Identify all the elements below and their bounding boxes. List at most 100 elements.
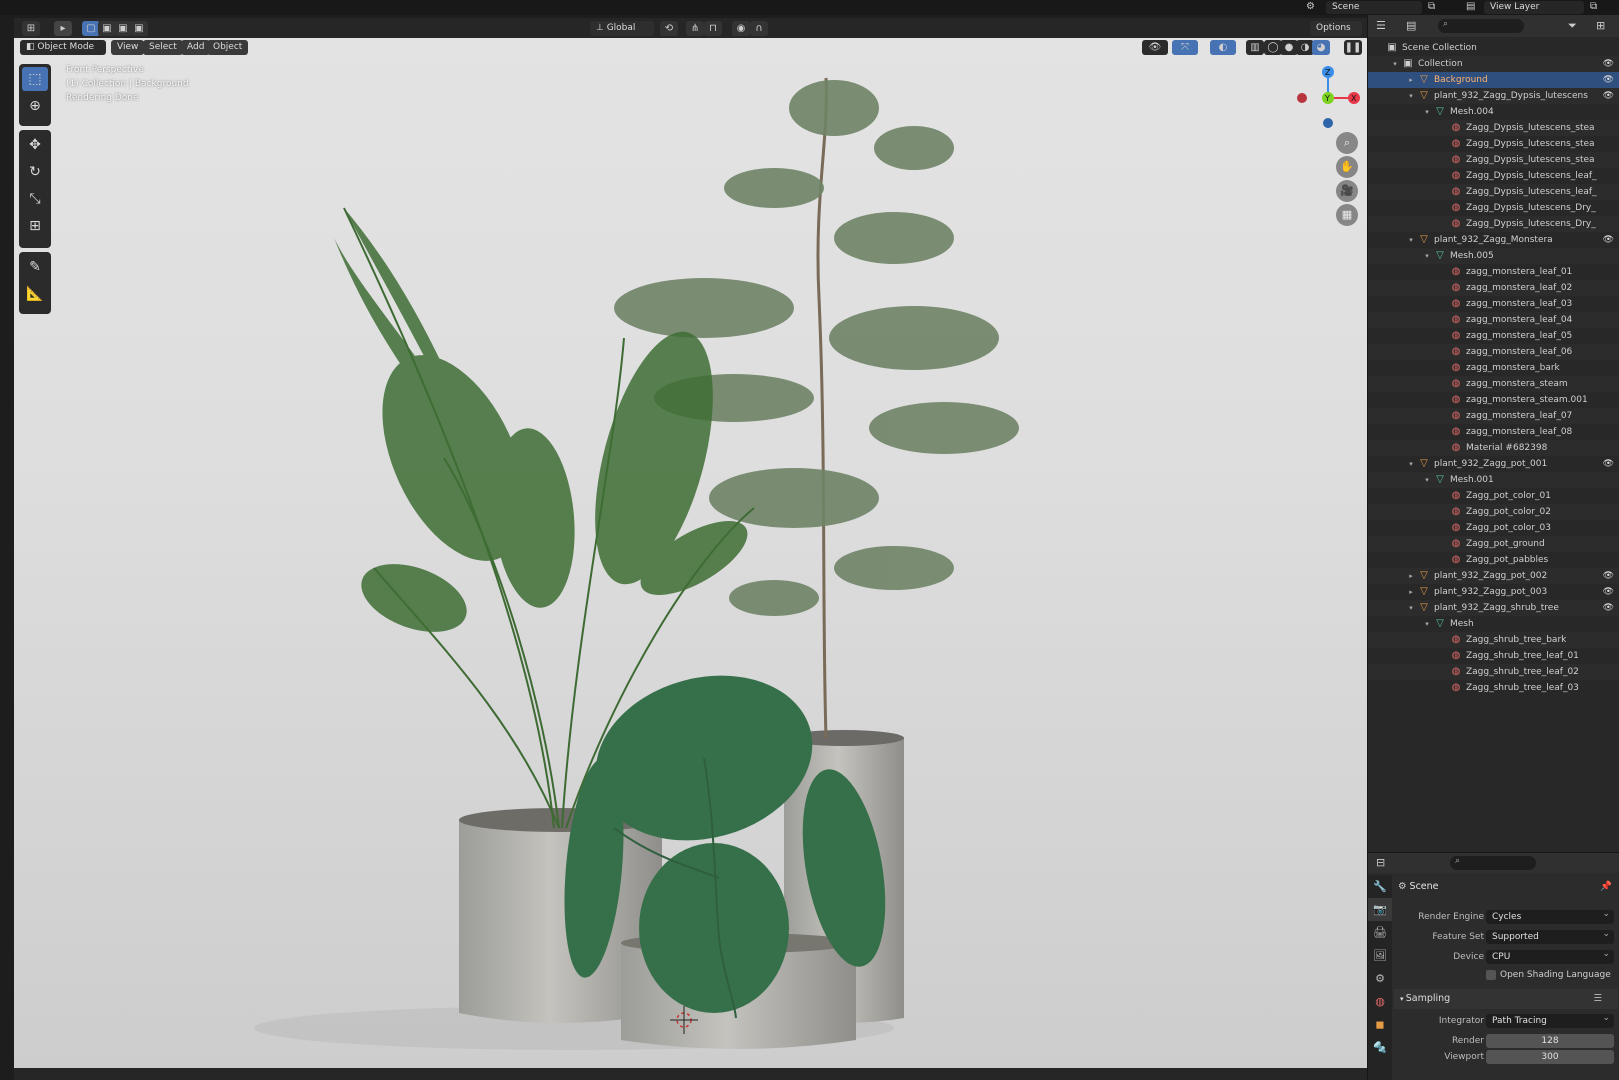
view-layer-selector[interactable]: View Layer	[1484, 1, 1584, 14]
outliner-row[interactable]: ▾ ▽ Mesh	[1368, 616, 1619, 632]
expand-down-icon[interactable]: ▾	[1390, 56, 1400, 72]
render-samples-field[interactable]: 128	[1486, 1034, 1614, 1048]
outliner-row[interactable]: ▸ ▽ plant_932_Zagg_pot_003 👁	[1368, 584, 1619, 600]
outliner-row[interactable]: ◍ Zagg_Dypsis_lutescens_Dry_	[1368, 216, 1619, 232]
outliner-row[interactable]: ◍ Zagg_pot_pabbles	[1368, 552, 1619, 568]
new-collection-icon[interactable]: ⊞	[1596, 19, 1605, 32]
outliner-row[interactable]: ◍ Zagg_Dypsis_lutescens_stea	[1368, 136, 1619, 152]
outliner-row[interactable]: ▸ ▽ plant_932_Zagg_pot_002 👁	[1368, 568, 1619, 584]
view-layer-icon[interactable]: ▤	[1466, 1, 1475, 12]
filter-icon[interactable]: ⏷	[1568, 19, 1577, 33]
box-select-intersect-icon[interactable]: ▣	[130, 21, 148, 36]
visibility-eye-icon[interactable]: 👁	[1603, 56, 1614, 72]
outliner-row[interactable]: ▾ ▽ plant_932_Zagg_pot_001 👁	[1368, 456, 1619, 472]
feature-set-dropdown[interactable]: Supported	[1486, 927, 1614, 944]
outliner-row[interactable]: ◍ zagg_monstera_leaf_04	[1368, 312, 1619, 328]
outliner-row[interactable]: ◍ zagg_monstera_leaf_07	[1368, 408, 1619, 424]
expand-down-icon[interactable]: ▾	[1406, 232, 1416, 248]
device-dropdown[interactable]: CPU	[1486, 947, 1614, 964]
outliner-row[interactable]: ▣ Scene Collection	[1368, 40, 1619, 56]
outliner-row[interactable]: ◍ Zagg_Dypsis_lutescens_leaf_	[1368, 184, 1619, 200]
output-tab-icon[interactable]: 🖨	[1368, 921, 1392, 944]
outliner-row[interactable]: ◍ Zagg_pot_color_01	[1368, 488, 1619, 504]
new-scene-icon[interactable]: ⧉	[1428, 1, 1435, 12]
transform-orientation-dropdown[interactable]: ⊥ Global	[590, 21, 654, 36]
proportional-edit-icon[interactable]: ◉	[732, 21, 750, 36]
outliner-row[interactable]: ◍ Zagg_Dypsis_lutescens_stea	[1368, 152, 1619, 168]
presets-list-icon[interactable]: ☰	[1593, 989, 1602, 1009]
visibility-eye-icon[interactable]: 👁	[1603, 72, 1614, 88]
scene-icon[interactable]: ⚙	[1306, 1, 1315, 12]
visibility-eye-icon[interactable]: 👁	[1603, 88, 1614, 104]
world-tab-icon[interactable]: ◍	[1368, 990, 1392, 1013]
tool-tab-icon[interactable]: 🔧	[1368, 875, 1392, 898]
snap-icon[interactable]: ⋔	[686, 21, 704, 36]
expand-down-icon[interactable]: ▾	[1422, 472, 1432, 488]
outliner-row[interactable]: ◍ Zagg_pot_color_03	[1368, 520, 1619, 536]
editor-type-icon[interactable]: ⊞	[22, 21, 40, 36]
outliner-row[interactable]: ◍ Zagg_Dypsis_lutescens_leaf_	[1368, 168, 1619, 184]
outliner-row[interactable]: ◍ zagg_monstera_leaf_08	[1368, 424, 1619, 440]
scene-selector[interactable]: Scene	[1326, 1, 1422, 14]
outliner-row[interactable]: ◍ Zagg_pot_ground	[1368, 536, 1619, 552]
outliner-row[interactable]: ▾ ▽ plant_932_Zagg_Dypsis_lutescens 👁	[1368, 88, 1619, 104]
select-mode-icon[interactable]: ▸	[54, 21, 72, 36]
expand-down-icon[interactable]: ▾	[1422, 104, 1432, 120]
visibility-eye-icon[interactable]: 👁	[1603, 568, 1614, 584]
render-tab-icon[interactable]: 📷	[1368, 898, 1392, 921]
outliner-row[interactable]: ◍ zagg_monstera_leaf_05	[1368, 328, 1619, 344]
visibility-eye-icon[interactable]: 👁	[1603, 600, 1614, 616]
falloff-icon[interactable]: ∩	[750, 21, 768, 36]
expand-down-icon[interactable]: ▾	[1406, 456, 1416, 472]
expand-down-icon[interactable]: ▾	[1406, 88, 1416, 104]
render-engine-dropdown[interactable]: Cycles	[1486, 907, 1614, 924]
view-layer-tab-icon[interactable]: 🖼	[1368, 944, 1392, 967]
outliner-row[interactable]: ◍ Zagg_shrub_tree_bark	[1368, 632, 1619, 648]
integrator-dropdown[interactable]: Path Tracing	[1486, 1011, 1614, 1028]
viewport-samples-field[interactable]: 300	[1486, 1050, 1614, 1064]
outliner-row[interactable]: ◍ zagg_monstera_steam.001	[1368, 392, 1619, 408]
outliner-row[interactable]: ◍ Zagg_shrub_tree_leaf_01	[1368, 648, 1619, 664]
pivot-point-icon[interactable]: ⟲	[660, 21, 678, 36]
outliner-row[interactable]: ▾ ▽ Mesh.001	[1368, 472, 1619, 488]
outliner-row[interactable]: ◍ Zagg_shrub_tree_leaf_02	[1368, 664, 1619, 680]
outliner-row[interactable]: ◍ zagg_monstera_leaf_01	[1368, 264, 1619, 280]
outliner-row[interactable]: ▾ ▣ Collection 👁	[1368, 56, 1619, 72]
object-tab-icon[interactable]: ◼	[1368, 1013, 1392, 1036]
expand-right-icon[interactable]: ▸	[1406, 72, 1416, 88]
expand-down-icon[interactable]: ▾	[1422, 248, 1432, 264]
snap-target-icon[interactable]: ⊓	[704, 21, 722, 36]
outliner-row[interactable]: ◍ zagg_monstera_bark	[1368, 360, 1619, 376]
outliner-row[interactable]: ◍ Zagg_Dypsis_lutescens_stea	[1368, 120, 1619, 136]
outliner-row[interactable]: ▾ ▽ plant_932_Zagg_shrub_tree 👁	[1368, 600, 1619, 616]
outliner-row[interactable]: ▾ ▽ plant_932_Zagg_Monstera 👁	[1368, 232, 1619, 248]
outliner-row[interactable]: ▸ ▽ Background 👁	[1368, 72, 1619, 88]
modifier-tab-icon[interactable]: 🔩	[1368, 1036, 1392, 1059]
expand-down-icon[interactable]: ▾	[1406, 600, 1416, 616]
outliner-row[interactable]: ◍ Zagg_Dypsis_lutescens_Dry_	[1368, 200, 1619, 216]
outliner-row[interactable]: ◍ zagg_monstera_leaf_02	[1368, 280, 1619, 296]
new-view-layer-icon[interactable]: ⧉	[1590, 1, 1597, 12]
osl-checkbox[interactable]	[1486, 970, 1496, 980]
3d-viewport[interactable]: ◧ Object Mode View Select Add Object 👁 ⤧…	[14, 38, 1367, 1068]
options-dropdown[interactable]: Options ⌄	[1310, 21, 1362, 48]
outliner-row[interactable]: ◍ zagg_monstera_leaf_03	[1368, 296, 1619, 312]
sampling-panel-header[interactable]: ▾ Sampling ☰	[1394, 989, 1618, 1009]
scene-tab-icon[interactable]: ⚙	[1368, 967, 1392, 990]
outliner-row[interactable]: ◍ Zagg_pot_color_02	[1368, 504, 1619, 520]
outliner-row[interactable]: ▾ ▽ Mesh.005	[1368, 248, 1619, 264]
visibility-eye-icon[interactable]: 👁	[1603, 232, 1614, 248]
expand-right-icon[interactable]: ▸	[1406, 584, 1416, 600]
visibility-eye-icon[interactable]: 👁	[1603, 584, 1614, 600]
pin-icon[interactable]: 📌	[1600, 881, 1612, 892]
outliner-row[interactable]: ◍ Material #682398	[1368, 440, 1619, 456]
outliner-row[interactable]: ◍ zagg_monstera_leaf_06	[1368, 344, 1619, 360]
expand-right-icon[interactable]: ▸	[1406, 568, 1416, 584]
outliner-editor-type-icon[interactable]: ☰	[1376, 19, 1386, 32]
outliner-search-input[interactable]: ⌕	[1438, 19, 1524, 33]
expand-down-icon[interactable]: ▾	[1422, 616, 1432, 632]
properties-editor-type-icon[interactable]: ⊟	[1376, 856, 1385, 869]
properties-search-input[interactable]: ⌕	[1450, 856, 1536, 870]
visibility-eye-icon[interactable]: 👁	[1603, 456, 1614, 472]
outliner-row[interactable]: ◍ Zagg_shrub_tree_leaf_03	[1368, 680, 1619, 696]
